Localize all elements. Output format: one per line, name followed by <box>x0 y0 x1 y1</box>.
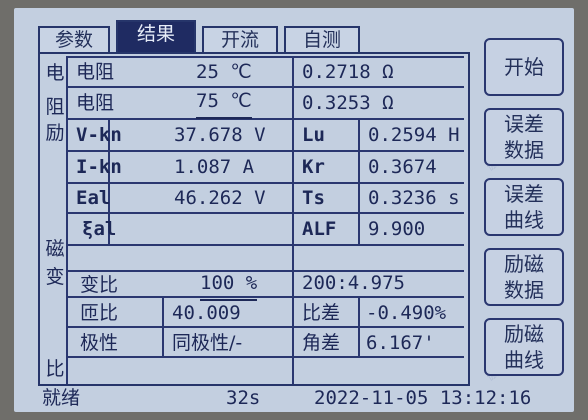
side-label-char: 磁 <box>45 238 65 260</box>
excitation-data-label-2: 数据 <box>504 278 544 302</box>
phase-error-value: 6.167' <box>366 332 435 354</box>
kr-value: 0.3674 <box>368 156 437 178</box>
tab-results[interactable]: 结果 <box>116 20 196 52</box>
tab-parameters[interactable]: 参数 <box>38 26 110 52</box>
resistance-temp-75[interactable]: 75 ℃ <box>196 89 252 119</box>
ts-label: Ts <box>302 187 325 209</box>
ratio-percent-value[interactable]: 100 % <box>200 271 258 301</box>
results-grid: 电阻 25 ℃ 0.2718 Ω 电阻 75 ℃ 0.3253 Ω V-kn 3… <box>66 56 464 384</box>
lu-value: 0.2594 H <box>368 124 460 146</box>
excitation-curve-button[interactable]: 励磁 曲线 <box>484 318 564 376</box>
excitation-curve-label-1: 励磁 <box>504 322 544 346</box>
vkn-label: V-kn <box>76 124 122 146</box>
ratio-value: 200:4.975 <box>302 272 405 294</box>
elapsed-time: 32s <box>226 387 261 409</box>
alf-label: ALF <box>302 218 337 240</box>
side-label-char: 比 <box>45 358 65 380</box>
device-screen: 傲安电力 傲安电力 傲安电力 傲安电力 参数 结果 开流 自测 电 阻 励 磁 … <box>14 8 574 412</box>
error-curve-button[interactable]: 误差 曲线 <box>484 178 564 236</box>
resistance-temp-25: 25 ℃ <box>196 61 252 83</box>
error-data-label-2: 数据 <box>504 138 544 162</box>
start-button[interactable]: 开始 <box>484 38 564 96</box>
excitation-data-label-1: 励磁 <box>504 252 544 276</box>
polarity-label: 极性 <box>80 332 119 354</box>
error-curve-label-1: 误差 <box>504 182 544 206</box>
error-data-button[interactable]: 误差 数据 <box>484 108 564 166</box>
resistance-label: 电阻 <box>76 61 115 83</box>
turns-ratio-label: 变比 <box>80 274 119 296</box>
excitation-curve-label-2: 曲线 <box>504 348 544 372</box>
resistance-value-75: 0.3253 Ω <box>302 92 394 114</box>
side-label-char: 电 <box>45 62 65 84</box>
side-label-char: 阻 <box>45 96 65 118</box>
resistance-value-25: 0.2718 Ω <box>302 61 394 83</box>
winding-ratio-value: 40.009 <box>172 302 241 324</box>
date-time: 2022-11-05 13:12:16 <box>314 387 532 409</box>
xi-al-label: ξal <box>82 218 117 240</box>
eal-value: 46.262 V <box>174 187 266 209</box>
ts-value: 0.3236 s <box>368 187 460 209</box>
side-label-char: 励 <box>45 122 65 144</box>
kr-label: Kr <box>302 156 325 178</box>
vkn-value: 37.678 V <box>174 124 266 146</box>
resistance-label: 电阻 <box>76 92 115 114</box>
eal-label: Eal <box>76 187 111 209</box>
ratio-error-label: 比差 <box>302 302 341 324</box>
ratio-error-value: -0.490% <box>366 302 447 324</box>
ikn-value: 1.087 A <box>174 156 255 178</box>
excitation-data-button[interactable]: 励磁 数据 <box>484 248 564 306</box>
error-curve-label-2: 曲线 <box>504 208 544 232</box>
tab-self-test[interactable]: 自测 <box>284 26 360 52</box>
status-text: 就绪 <box>42 387 81 409</box>
polarity-value: 同极性/- <box>172 332 243 354</box>
alf-value: 9.900 <box>368 218 426 240</box>
ikn-label: I-kn <box>76 156 122 178</box>
tab-open-flow[interactable]: 开流 <box>202 26 278 52</box>
winding-ratio-label: 匝比 <box>80 302 119 324</box>
phase-error-label: 角差 <box>302 332 341 354</box>
lu-label: Lu <box>302 124 325 146</box>
start-button-label: 开始 <box>504 55 544 79</box>
error-data-label-1: 误差 <box>504 112 544 136</box>
side-label-char: 变 <box>45 266 65 288</box>
